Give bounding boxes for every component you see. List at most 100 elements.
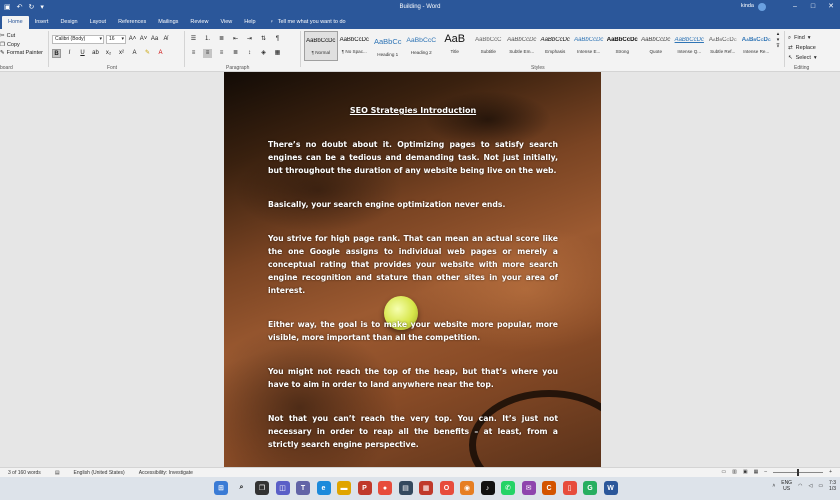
tell-me-box[interactable]: ♀ Tell me what you want to do	[270, 16, 346, 29]
align-right-icon[interactable]: ≡	[217, 49, 226, 58]
web-layout-icon[interactable]: ▦	[754, 469, 759, 475]
clock[interactable]: 7:3 1/3	[829, 480, 836, 492]
wifi-icon[interactable]: ◠	[798, 483, 802, 489]
underline-icon[interactable]: U	[78, 49, 87, 58]
task-view-icon[interactable]: ❐	[255, 481, 269, 495]
font-size-select[interactable]: 16	[106, 35, 126, 44]
shading-icon[interactable]: ◈	[259, 49, 268, 58]
paragraph[interactable]: Basically, your search engine optimizati…	[268, 198, 558, 211]
cut-button[interactable]: ✂ Cut	[0, 32, 43, 41]
paragraph[interactable]: You strive for high page rank. That can …	[268, 232, 558, 297]
style-emphasis[interactable]: AaBbCcDc Emphasis	[539, 31, 573, 61]
strikethrough-icon[interactable]: ab	[91, 49, 100, 58]
search-icon[interactable]: ⌕	[235, 481, 249, 495]
style-subtle-reference[interactable]: AaBbCcDc Subtle Ref...	[706, 31, 740, 61]
paragraph-mark-icon[interactable]: ¶	[273, 35, 282, 44]
minimize-button[interactable]: –	[786, 0, 804, 14]
clear-format-icon[interactable]: A̸	[161, 35, 170, 44]
word-count[interactable]: 3 of 160 words	[8, 470, 41, 476]
store-icon[interactable]: ▤	[398, 481, 413, 495]
style-title[interactable]: AaB Title	[438, 31, 472, 61]
bold-icon[interactable]: B	[52, 49, 61, 58]
app-icon-2[interactable]: ◉	[460, 481, 474, 495]
style-intense-emphasis[interactable]: AaBbCcDc Intense E...	[572, 31, 606, 61]
canva-icon[interactable]: C	[542, 481, 556, 495]
proofing-icon[interactable]: ▤	[55, 470, 60, 476]
font-color-icon[interactable]: A	[156, 49, 165, 58]
style-subtitle[interactable]: AaBbCcC Subtitle	[472, 31, 506, 61]
tiktok-icon[interactable]: ♪	[480, 481, 495, 495]
style-normal[interactable]: AaBbCcDc ¶ Normal	[304, 31, 338, 61]
style-no-spacing[interactable]: AaBbCcDc ¶ No Spac...	[338, 31, 372, 61]
sort-icon[interactable]: ⇅	[259, 35, 268, 44]
whatsapp-icon[interactable]: ✆	[501, 481, 515, 495]
find-button[interactable]: ⌕ Find ▾	[788, 33, 817, 43]
subscript-icon[interactable]: x₂	[104, 49, 113, 58]
customize-icon[interactable]: ▾	[40, 3, 44, 11]
tab-design[interactable]: Design	[54, 16, 83, 29]
document-page[interactable]: SEO Strategies Introduction There’s no d…	[224, 72, 601, 467]
text-effects-icon[interactable]: A	[130, 49, 139, 58]
select-button[interactable]: ↖ Select ▾	[788, 53, 817, 63]
align-center-icon[interactable]: ≡	[203, 49, 212, 58]
format-painter-button[interactable]: ✎ Format Painter	[0, 49, 43, 58]
tab-references[interactable]: References	[112, 16, 152, 29]
accessibility-status[interactable]: Accessibility: Investigate	[139, 470, 193, 476]
redo-icon[interactable]: ↻	[29, 3, 35, 11]
edge-icon[interactable]: e	[316, 481, 331, 495]
messenger-icon[interactable]: ✉	[521, 481, 536, 495]
change-case-icon[interactable]: Aa	[150, 35, 159, 44]
tab-insert[interactable]: Insert	[29, 16, 55, 29]
superscript-icon[interactable]: x²	[117, 49, 126, 58]
word-icon[interactable]: W	[603, 481, 618, 495]
tab-view[interactable]: View	[214, 16, 238, 29]
pdf-icon[interactable]: ▯	[562, 481, 577, 495]
zoom-out-icon[interactable]: –	[764, 469, 767, 475]
paragraph[interactable]: There’s no doubt about it. Optimizing pa…	[268, 138, 558, 177]
multilevel-list-icon[interactable]: ≣	[217, 35, 226, 44]
style-strong[interactable]: AaBbCcDc Strong	[606, 31, 640, 61]
document-area[interactable]: SEO Strategies Introduction There’s no d…	[0, 72, 840, 467]
file-explorer-icon[interactable]: ▬	[337, 481, 351, 495]
battery-icon[interactable]: ▭	[818, 483, 823, 489]
document-title[interactable]: SEO Strategies Introduction	[268, 104, 558, 117]
teams-icon[interactable]: T	[296, 481, 310, 495]
tab-mailings[interactable]: Mailings	[152, 16, 184, 29]
close-button[interactable]: ✕	[822, 0, 840, 14]
more-styles-icon[interactable]: ⊽	[774, 43, 782, 49]
maximize-button[interactable]: □	[804, 0, 822, 14]
tab-layout[interactable]: Layout	[84, 16, 113, 29]
style-intense-quote[interactable]: AaBbCcDc Intense Q...	[673, 31, 707, 61]
read-mode-icon[interactable]: ▥	[732, 469, 737, 475]
paragraph[interactable]: You might not reach the top of the heap,…	[268, 365, 558, 391]
language-status[interactable]: English (United States)	[74, 470, 125, 476]
style-heading-2[interactable]: AaBbCcC Heading 2	[405, 31, 439, 61]
zoom-slider-thumb[interactable]	[797, 468, 800, 476]
zoom-in-icon[interactable]: +	[829, 469, 832, 475]
style-heading-1[interactable]: AaBbCc Heading 1	[371, 31, 405, 61]
paragraph[interactable]: Not that you can’t reach the very top. Y…	[268, 412, 558, 451]
numbering-icon[interactable]: ⒈	[203, 35, 212, 44]
app-icon[interactable]: ●	[378, 481, 392, 495]
font-name-select[interactable]: Calibri (Body)	[52, 35, 104, 44]
justify-icon[interactable]: ≣	[231, 49, 240, 58]
document-body[interactable]: SEO Strategies Introduction There’s no d…	[268, 72, 558, 451]
save-icon[interactable]: ▣	[4, 3, 11, 11]
tab-review[interactable]: Review	[184, 16, 214, 29]
italic-icon[interactable]: I	[65, 49, 74, 58]
paragraph[interactable]: Either way, the goal is to make your web…	[268, 318, 558, 344]
windows-start-icon[interactable]: ⊞	[214, 481, 228, 495]
style-quote[interactable]: AaBbCcDc Quote	[639, 31, 673, 61]
grammarly-icon[interactable]: G	[583, 481, 597, 495]
chevron-up-icon[interactable]: ˄	[772, 483, 775, 489]
line-spacing-icon[interactable]: ↕	[245, 49, 254, 58]
user-name[interactable]: kinda	[741, 3, 754, 9]
widgets-icon[interactable]: ◫	[275, 481, 290, 495]
zoom-slider[interactable]	[773, 468, 824, 476]
increase-indent-icon[interactable]: ⇥	[245, 35, 254, 44]
decrease-indent-icon[interactable]: ⇤	[231, 35, 240, 44]
undo-icon[interactable]: ↶	[17, 3, 23, 11]
language-indicator[interactable]: ENG US	[781, 480, 792, 492]
pinterest-icon[interactable]: P	[357, 481, 372, 495]
style-intense-reference[interactable]: AaBbCcDc Intense Re...	[740, 31, 774, 61]
